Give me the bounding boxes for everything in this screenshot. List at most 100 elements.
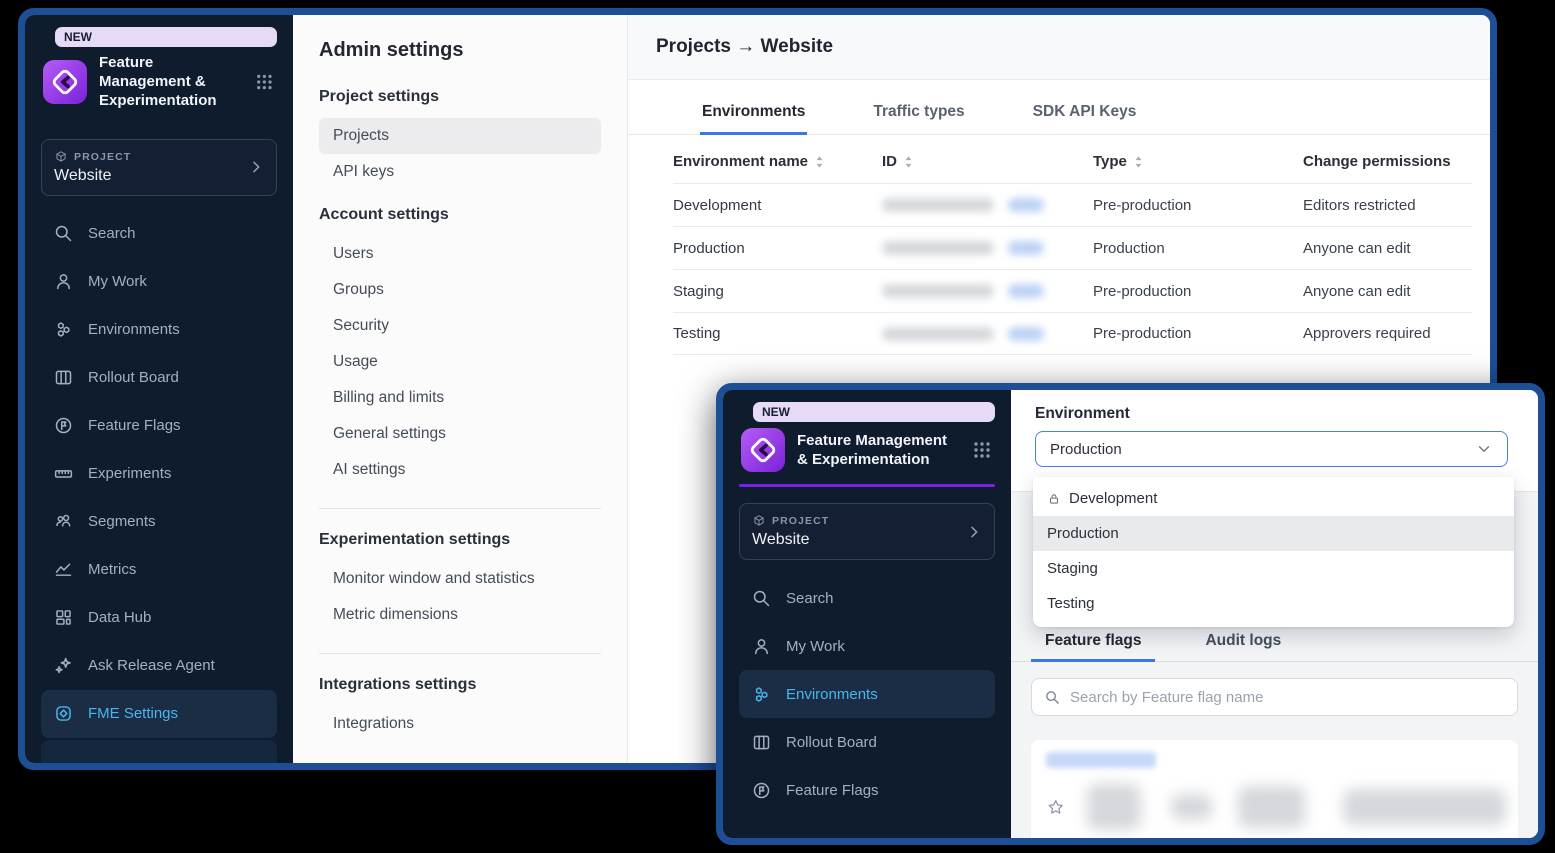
feature-flag-search[interactable]: [1031, 678, 1518, 716]
sidebar-item-label: Feature Flags: [88, 417, 181, 434]
sidebar-item-environments[interactable]: Environments: [739, 670, 995, 718]
sidebar-item-label: Search: [786, 590, 834, 607]
menu-item-label: Development: [1069, 490, 1157, 507]
app-logo-row: Feature Management & Experimentation: [739, 428, 995, 472]
sidebar-item-label: FME Settings: [88, 705, 178, 722]
flag-card-row: [1046, 784, 1506, 830]
admin-item-security[interactable]: Security: [319, 308, 601, 344]
apps-grid-icon[interactable]: [254, 71, 275, 93]
user-icon: [751, 636, 772, 657]
project-selector[interactable]: PROJECT Website: [41, 139, 277, 196]
tab-sdk-api-keys[interactable]: SDK API Keys: [1031, 90, 1139, 135]
sidebar-item-data-hub[interactable]: Data Hub: [41, 594, 277, 642]
cell-id-redacted: [882, 327, 1093, 341]
tab-environments[interactable]: Environments: [700, 90, 807, 135]
chevron-down-icon: [1475, 440, 1493, 458]
sidebar-item-feature-flags[interactable]: Feature Flags: [41, 402, 277, 450]
admin-item-general-settings[interactable]: General settings: [319, 416, 601, 452]
sidebar-item-experiments[interactable]: Experiments: [41, 450, 277, 498]
cell-environment-name: Production: [673, 240, 882, 257]
menu-item-staging[interactable]: Staging: [1033, 551, 1514, 586]
redacted-copy-link: [1008, 198, 1044, 212]
redacted-id: [882, 284, 994, 298]
admin-group-heading: Account settings: [319, 206, 601, 224]
sidebar-item-label: Environments: [88, 321, 180, 338]
sort-icon[interactable]: [814, 155, 825, 169]
project-selector[interactable]: PROJECT Website: [739, 503, 995, 560]
app-title: Feature Management & Experimentation: [99, 53, 242, 111]
column-header-type: Type: [1093, 153, 1303, 170]
sidebar-item-rollout-board[interactable]: Rollout Board: [739, 718, 995, 766]
admin-item-projects[interactable]: Projects: [319, 118, 601, 154]
sort-icon[interactable]: [1133, 155, 1144, 169]
sidebar-item-ask-release-agent[interactable]: Ask Release Agent: [41, 642, 277, 690]
search-icon: [53, 223, 74, 244]
sidebar-item-label: My Work: [786, 638, 845, 655]
metrics-icon: [53, 559, 74, 580]
project-label: PROJECT: [74, 151, 131, 163]
sidebar-item-rollout-board[interactable]: Rollout Board: [41, 354, 277, 402]
table-row[interactable]: Staging Pre-production Anyone can edit: [673, 269, 1472, 312]
sidebar-item-feature-flags[interactable]: Feature Flags: [739, 766, 995, 814]
sidebar-item-label: Metrics: [88, 561, 136, 578]
environment-select[interactable]: Production: [1035, 431, 1508, 467]
main-sidebar-nav: Search My Work Environments Rollout Boar…: [41, 210, 277, 763]
admin-group-heading: Project settings: [319, 88, 601, 106]
tab-audit-logs[interactable]: Audit logs: [1191, 624, 1295, 662]
redacted-content: [1343, 789, 1506, 825]
sidebar-item-label: Feature Flags: [786, 782, 879, 799]
cell-permissions: Anyone can edit: [1303, 283, 1472, 300]
feature-flag-card[interactable]: [1031, 740, 1518, 838]
chevron-right-icon: [966, 524, 982, 540]
project-name: Website: [54, 167, 131, 185]
admin-item-groups[interactable]: Groups: [319, 272, 601, 308]
tab-traffic-types[interactable]: Traffic types: [871, 90, 966, 135]
sparkles-icon: [53, 655, 74, 676]
admin-item-users[interactable]: Users: [319, 236, 601, 272]
sort-icon[interactable]: [903, 155, 914, 169]
cell-type: Pre-production: [1093, 197, 1303, 214]
new-badge: NEW: [55, 27, 277, 47]
menu-item-production[interactable]: Production: [1033, 516, 1514, 551]
sidebar-item-partial: [41, 740, 277, 763]
admin-group-heading: Experimentation settings: [319, 531, 601, 549]
table-row[interactable]: Development Pre-production Editors restr…: [673, 183, 1472, 226]
lock-icon: [1047, 492, 1061, 506]
sidebar-item-my-work[interactable]: My Work: [41, 258, 277, 306]
admin-item-monitor-window[interactable]: Monitor window and statistics: [319, 561, 601, 597]
apps-grid-icon[interactable]: [971, 439, 993, 461]
sidebar-item-search[interactable]: Search: [739, 574, 995, 622]
star-icon[interactable]: [1046, 797, 1065, 818]
app-title: Feature Management & Experimentation: [797, 431, 949, 469]
sidebar-item-metrics[interactable]: Metrics: [41, 546, 277, 594]
sidebar-item-label: Experiments: [88, 465, 171, 482]
tab-feature-flags[interactable]: Feature flags: [1031, 624, 1155, 662]
rollout-board-icon: [751, 732, 772, 753]
app-logo-icon: [741, 428, 785, 472]
project-label: PROJECT: [772, 515, 829, 527]
sidebar-item-fme-settings[interactable]: FME Settings: [41, 690, 277, 738]
admin-item-api-keys[interactable]: API keys: [319, 154, 601, 190]
admin-item-billing[interactable]: Billing and limits: [319, 380, 601, 416]
menu-item-testing[interactable]: Testing: [1033, 586, 1514, 621]
admin-item-usage[interactable]: Usage: [319, 344, 601, 380]
sidebar-item-environments[interactable]: Environments: [41, 306, 277, 354]
admin-item-metric-dimensions[interactable]: Metric dimensions: [319, 597, 601, 633]
main-sidebar: NEW Feature Management & Experimentation: [25, 15, 293, 763]
admin-item-ai-settings[interactable]: AI settings: [319, 452, 601, 488]
sidebar-item-segments[interactable]: Segments: [41, 498, 277, 546]
table-row[interactable]: Testing Pre-production Approvers require…: [673, 312, 1472, 355]
sidebar-item-search[interactable]: Search: [41, 210, 277, 258]
search-input[interactable]: [1070, 689, 1505, 706]
overlay-window: NEW Feature Management & Experimentation: [716, 383, 1545, 845]
table-row[interactable]: Production Production Anyone can edit: [673, 226, 1472, 269]
admin-item-integrations[interactable]: Integrations: [319, 706, 601, 742]
table-header-row: Environment name ID Type Change permissi…: [673, 135, 1472, 183]
sidebar-item-my-work[interactable]: My Work: [739, 622, 995, 670]
sidebar-item-label: Data Hub: [88, 609, 151, 626]
feature-flags-icon: [53, 415, 74, 436]
user-icon: [53, 271, 74, 292]
column-header-id: ID: [882, 153, 1093, 170]
menu-item-development[interactable]: Development: [1033, 481, 1514, 516]
search-icon: [1044, 689, 1061, 706]
